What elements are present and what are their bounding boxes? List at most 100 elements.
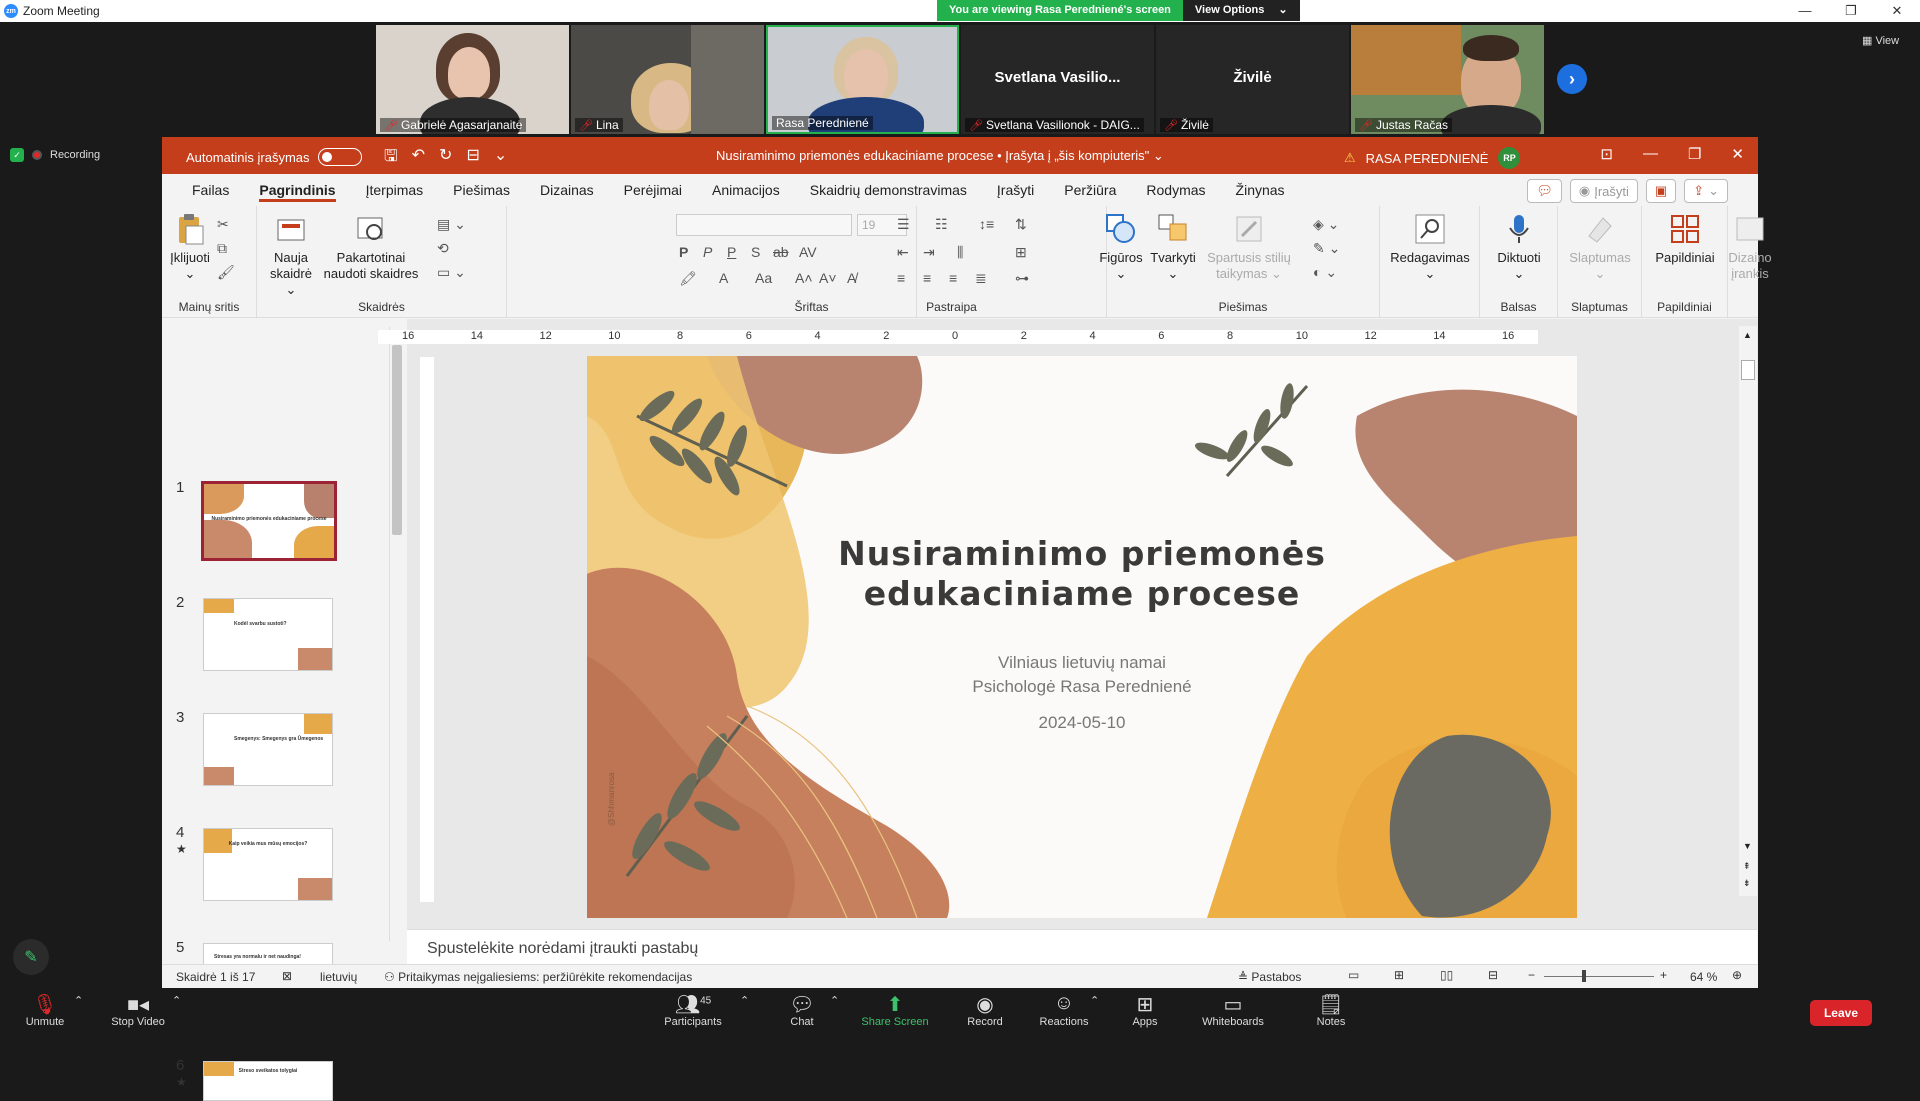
- autosave-control[interactable]: Automatinis įrašymas: [186, 148, 362, 166]
- notes-pane[interactable]: Spustelėkite norėdami įtraukti pastabų: [407, 929, 1757, 966]
- columns-icon[interactable]: ⫼: [957, 244, 963, 261]
- tab-animations[interactable]: Animacijos: [697, 174, 795, 206]
- close-icon[interactable]: ✕: [1731, 145, 1744, 163]
- align-text-icon[interactable]: ⊞: [1015, 244, 1027, 261]
- customize-qat-icon[interactable]: ⌄: [494, 145, 507, 172]
- slide-thumbnail[interactable]: Kodėl svarbu sustoti?: [203, 598, 333, 671]
- participant-tile[interactable]: 🎤︎ Justas Račas: [1351, 25, 1544, 134]
- slide-thumbnail[interactable]: Streso sveikatos tolygiai: [203, 1061, 333, 1101]
- restore-icon[interactable]: ❐: [1688, 145, 1701, 163]
- normal-view-icon[interactable]: ▭: [1348, 968, 1359, 982]
- share-screen-button[interactable]: ⬆ Share Screen: [858, 992, 932, 1028]
- tab-help[interactable]: Žinynas: [1221, 174, 1300, 206]
- record-button[interactable]: ◉ Įrašyti: [1569, 179, 1638, 203]
- align-left-icon[interactable]: ≡: [897, 270, 905, 286]
- save-icon[interactable]: 🖫: [384, 145, 398, 172]
- participant-tile[interactable]: 🎤︎ Gabrielė Agasarjanaitė: [376, 25, 569, 134]
- font-name-select[interactable]: [676, 214, 852, 236]
- scrollbar-thumb[interactable]: [392, 345, 402, 535]
- shadow-icon[interactable]: S: [751, 244, 760, 260]
- align-center-icon[interactable]: ≡: [923, 270, 931, 286]
- leave-button[interactable]: Leave: [1809, 1000, 1872, 1026]
- copy-icon[interactable]: ⧉: [217, 240, 227, 257]
- quick-styles-button[interactable]: Spartusis stilių taikymas ⌄: [1201, 212, 1297, 282]
- whiteboards-button[interactable]: ▭ Whiteboards: [1196, 992, 1270, 1028]
- designer-button[interactable]: Dizaino įrankis: [1720, 212, 1780, 282]
- present-icon[interactable]: ⊟: [466, 145, 479, 172]
- annotate-pencil-icon[interactable]: ✎: [13, 939, 49, 975]
- smartart-icon[interactable]: ⊶: [1015, 270, 1029, 287]
- fit-slide-icon[interactable]: ⊕: [1732, 968, 1742, 982]
- user-account[interactable]: ⚠ RASA PEREDNIENĖ RP: [1344, 147, 1521, 169]
- share-button[interactable]: ⇪ ⌄: [1684, 179, 1728, 203]
- next-page-arrow-icon[interactable]: ›: [1557, 64, 1587, 94]
- chat-button[interactable]: 💬︎ Chat: [782, 992, 822, 1028]
- italic-icon[interactable]: P: [703, 244, 712, 260]
- tab-review[interactable]: Peržiūra: [1049, 174, 1131, 206]
- slide-title[interactable]: Nusiraminimo priemonės edukaciniame proc…: [587, 534, 1577, 614]
- tab-file[interactable]: Failas: [177, 174, 244, 206]
- decrease-indent-icon[interactable]: ⇤: [897, 244, 909, 261]
- slide-canvas[interactable]: Nusiraminimo priemonės edukaciniame proc…: [587, 356, 1577, 918]
- tab-design[interactable]: Dizainas: [525, 174, 609, 206]
- layout-icon[interactable]: ▤ ⌄: [437, 216, 466, 233]
- minimize-icon[interactable]: —: [1782, 0, 1828, 22]
- present-button[interactable]: ▣: [1645, 179, 1677, 203]
- format-painter-icon[interactable]: 🖌︎: [217, 264, 235, 281]
- slideshow-icon[interactable]: ⊟: [1488, 968, 1498, 982]
- tab-slideshow[interactable]: Skaidrių demonstravimas: [795, 174, 982, 206]
- bullets-icon[interactable]: ☰: [897, 216, 910, 233]
- clear-format-icon[interactable]: A̸: [847, 270, 856, 286]
- shape-outline-icon[interactable]: ✎ ⌄: [1313, 240, 1340, 257]
- reactions-button[interactable]: ☺︎ Reactions: [1036, 992, 1092, 1028]
- undo-icon[interactable]: ↶: [412, 145, 425, 172]
- zoom-level[interactable]: 64 %: [1690, 970, 1717, 984]
- comments-button[interactable]: 💬︎: [1527, 179, 1562, 203]
- zoom-in-icon[interactable]: +: [1660, 968, 1667, 982]
- reset-icon[interactable]: ⟲: [437, 240, 449, 257]
- text-direction-icon[interactable]: ⇅: [1015, 216, 1027, 233]
- strikethrough-icon[interactable]: ab: [773, 244, 789, 260]
- arrange-button[interactable]: Tvarkyti ⌄: [1147, 212, 1199, 282]
- increase-indent-icon[interactable]: ⇥: [923, 244, 935, 261]
- editing-button[interactable]: Redagavimas ⌄: [1380, 212, 1480, 282]
- shrink-font-icon[interactable]: A˅: [819, 270, 837, 286]
- reuse-slides-button[interactable]: Pakartotinai naudoti skaidres: [323, 212, 419, 282]
- tab-home[interactable]: Pagrindinis: [244, 174, 350, 206]
- autosave-toggle[interactable]: [317, 148, 362, 166]
- slide-thumbnail[interactable]: Kaip veikia mus mūsų emocijos?: [203, 828, 333, 901]
- accessibility-status[interactable]: ⚇ Pritaikymas neįgaliesiems: peržiūrėkit…: [384, 970, 692, 984]
- change-case-icon[interactable]: Aa: [755, 270, 772, 286]
- tab-record[interactable]: Įrašyti: [982, 174, 1049, 206]
- participants-button[interactable]: 👥︎45 Participants: [658, 992, 728, 1028]
- sensitivity-button[interactable]: Slaptumas ⌄: [1558, 212, 1642, 282]
- record-button-zoom[interactable]: ◉ Record: [963, 992, 1007, 1028]
- underline-icon[interactable]: P: [727, 244, 736, 260]
- dictate-button[interactable]: Diktuoti ⌄: [1480, 212, 1558, 282]
- thumbnail-scrollbar[interactable]: [389, 327, 403, 941]
- spacing-icon[interactable]: AV: [799, 244, 817, 260]
- stop-video-button[interactable]: ■◂ Stop Video: [106, 992, 170, 1028]
- slide-subtitle[interactable]: Vilniaus lietuvių namai Psichologė Rasa …: [587, 651, 1577, 699]
- view-options-button[interactable]: View Options ⌄: [1182, 0, 1300, 21]
- slide-sorter-icon[interactable]: ⊞: [1394, 968, 1404, 982]
- spelling-icon[interactable]: ⊠: [282, 969, 292, 983]
- tab-transitions[interactable]: Perėjimai: [609, 174, 697, 206]
- section-icon[interactable]: ▭ ⌄: [437, 264, 466, 281]
- language-label[interactable]: lietuvių: [320, 970, 357, 984]
- grow-font-icon[interactable]: A˄: [795, 270, 813, 286]
- redo-icon[interactable]: ↻: [439, 145, 452, 172]
- slide-thumbnail[interactable]: Smegenys: Smegenys gra Ūmegenos: [203, 713, 333, 786]
- participant-tile-active-speaker[interactable]: Rasa Peredniené: [766, 25, 959, 134]
- slide-date[interactable]: 2024-05-10: [587, 713, 1577, 733]
- align-right-icon[interactable]: ≡: [949, 270, 957, 286]
- restore-icon[interactable]: ❐: [1828, 0, 1874, 22]
- zoom-slider[interactable]: [1544, 976, 1654, 977]
- highlight-icon[interactable]: 🖍︎: [679, 270, 697, 287]
- justify-icon[interactable]: ≣: [975, 270, 987, 287]
- slide-thumbnail[interactable]: Nusiraminimo priemonės edukaciniame proc…: [201, 481, 337, 561]
- addins-button[interactable]: Papildiniai: [1642, 212, 1728, 266]
- shapes-button[interactable]: Figūros ⌄: [1095, 212, 1147, 282]
- zoom-slider-thumb[interactable]: [1582, 970, 1586, 982]
- unmute-button[interactable]: 🎙︎ Unmute: [22, 992, 68, 1028]
